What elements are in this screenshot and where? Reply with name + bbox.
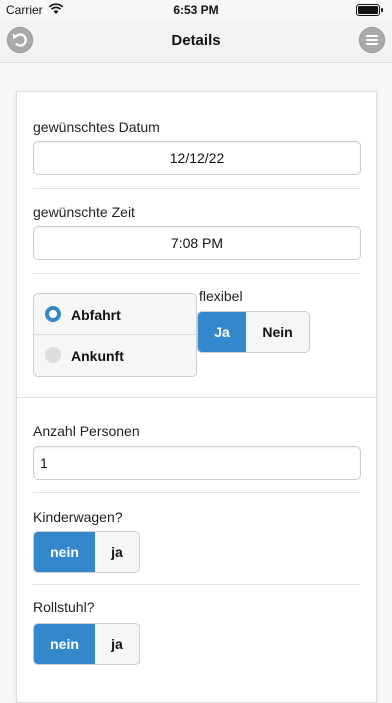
stroller-label: Kinderwagen? xyxy=(33,509,123,525)
departure-arrival-radio-group: Abfahrt Ankunft xyxy=(33,293,197,377)
battery-icon xyxy=(356,4,383,16)
menu-button[interactable] xyxy=(359,27,385,53)
navigation-header: Details xyxy=(0,20,392,63)
flexible-yes-button[interactable]: Ja xyxy=(198,312,246,352)
flexible-yes-label: Ja xyxy=(214,324,230,340)
time-field[interactable]: 7:08 PM xyxy=(33,226,361,260)
radio-departure-label: Abfahrt xyxy=(71,307,121,323)
radio-arrival[interactable]: Ankunft xyxy=(34,335,196,375)
wheelchair-yes-button[interactable]: ja xyxy=(95,624,139,664)
hamburger-menu-icon xyxy=(366,35,378,45)
divider xyxy=(33,188,360,189)
time-value: 7:08 PM xyxy=(170,235,224,251)
stroller-yes-button[interactable]: ja xyxy=(95,532,139,572)
status-time: 6:53 PM xyxy=(173,3,219,17)
stroller-toggle: nein ja xyxy=(33,531,140,573)
wheelchair-no-button[interactable]: nein xyxy=(34,624,95,664)
flexible-label: flexibel xyxy=(199,288,243,304)
stroller-yes-label: ja xyxy=(111,544,123,560)
section-divider xyxy=(17,397,376,398)
date-value: 12/12/22 xyxy=(169,150,225,166)
date-field[interactable]: 12/12/22 xyxy=(33,141,361,175)
wheelchair-toggle: nein ja xyxy=(33,623,140,665)
persons-label: Anzahl Personen xyxy=(33,423,140,439)
wheelchair-yes-label: ja xyxy=(111,636,123,652)
divider xyxy=(33,584,360,585)
divider xyxy=(33,492,360,493)
radio-departure[interactable]: Abfahrt xyxy=(34,294,196,335)
divider xyxy=(33,273,360,274)
date-label: gewünschtes Datum xyxy=(33,119,160,135)
stroller-no-label: nein xyxy=(50,544,79,560)
radio-checked-icon xyxy=(45,306,61,322)
status-bar: Carrier 6:53 PM xyxy=(0,0,392,20)
details-form-card: gewünschtes Datum 12/12/22 gewünschte Ze… xyxy=(16,91,377,703)
radio-unchecked-icon xyxy=(45,347,61,363)
persons-value: 1 xyxy=(40,455,48,471)
persons-input[interactable]: 1 xyxy=(33,446,361,480)
stroller-no-button[interactable]: nein xyxy=(34,532,95,572)
flexible-no-label: Nein xyxy=(262,324,293,340)
flexible-no-button[interactable]: Nein xyxy=(246,312,309,352)
wheelchair-label: Rollstuhl? xyxy=(33,599,95,615)
time-label: gewünschte Zeit xyxy=(33,204,135,220)
flexible-toggle: Ja Nein xyxy=(197,311,310,353)
wheelchair-no-label: nein xyxy=(50,636,79,652)
page-title: Details xyxy=(171,32,221,49)
radio-arrival-label: Ankunft xyxy=(71,348,124,364)
